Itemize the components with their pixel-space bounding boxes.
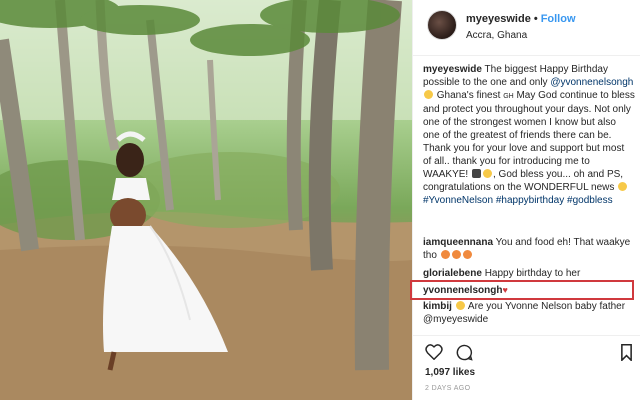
- emoji-icon: [471, 169, 481, 178]
- hashtag[interactable]: #happybirthday: [496, 195, 564, 206]
- emoji-icon: [451, 250, 461, 259]
- comment-username[interactable]: kimbij: [423, 301, 452, 312]
- comment-highlight-box: [410, 280, 634, 300]
- likes-count[interactable]: 1,097 likes: [425, 367, 475, 378]
- emoji-icon: [482, 169, 492, 178]
- avatar[interactable]: [427, 10, 457, 40]
- photo-scene: [0, 0, 412, 400]
- emoji-icon: [424, 90, 433, 99]
- comment: glorialebene Happy birthday to her: [423, 267, 635, 280]
- heart-icon[interactable]: [425, 344, 443, 360]
- emoji-icon: [462, 250, 472, 259]
- comment-mention[interactable]: @myeyeswide: [423, 314, 488, 325]
- caption-mention[interactable]: @yvonnenelsongh: [550, 77, 633, 88]
- post-username[interactable]: myeyeswide: [466, 13, 531, 25]
- ghana-flag-icon: GH: [503, 93, 514, 100]
- post-location[interactable]: Accra, Ghana: [466, 30, 527, 41]
- comment-text: Happy birthday to her: [484, 268, 581, 279]
- post-username-row: myeyeswide • Follow: [466, 13, 576, 25]
- caption-author[interactable]: myeyeswide: [423, 64, 482, 75]
- emoji-icon: [618, 182, 628, 191]
- follow-button[interactable]: Follow: [541, 13, 576, 25]
- comment: kimbij Are you Yvonne Nelson baby father…: [423, 300, 635, 326]
- comment: iamqueennana You and food eh! That waaky…: [423, 236, 635, 262]
- caption-text-2: Ghana's finest: [436, 90, 501, 101]
- post-photo[interactable]: [0, 0, 412, 400]
- post-caption: myeyeswide The biggest Happy Birthday po…: [423, 63, 635, 207]
- bookmark-icon[interactable]: [620, 344, 633, 361]
- separator-dot: •: [533, 13, 538, 25]
- hashtag[interactable]: #YvonneNelson: [423, 195, 493, 206]
- comment-icon[interactable]: [456, 344, 473, 361]
- comment-text: Are you Yvonne Nelson baby father: [467, 301, 626, 312]
- emoji-icon: [455, 301, 465, 310]
- post-header: myeyeswide • Follow Accra, Ghana: [413, 0, 640, 56]
- action-bar: [413, 335, 640, 365]
- post-timestamp: 2 DAYS AGO: [425, 385, 471, 392]
- comment-username[interactable]: glorialebene: [423, 268, 482, 279]
- caption-text-3: May God continue to bless and protect yo…: [423, 90, 635, 180]
- hashtag[interactable]: #godbless: [567, 195, 613, 206]
- comment-username[interactable]: iamqueennana: [423, 237, 493, 248]
- post-sidebar: myeyeswide • Follow Accra, Ghana myeyeswid…: [412, 0, 640, 400]
- emoji-icon: [440, 250, 450, 259]
